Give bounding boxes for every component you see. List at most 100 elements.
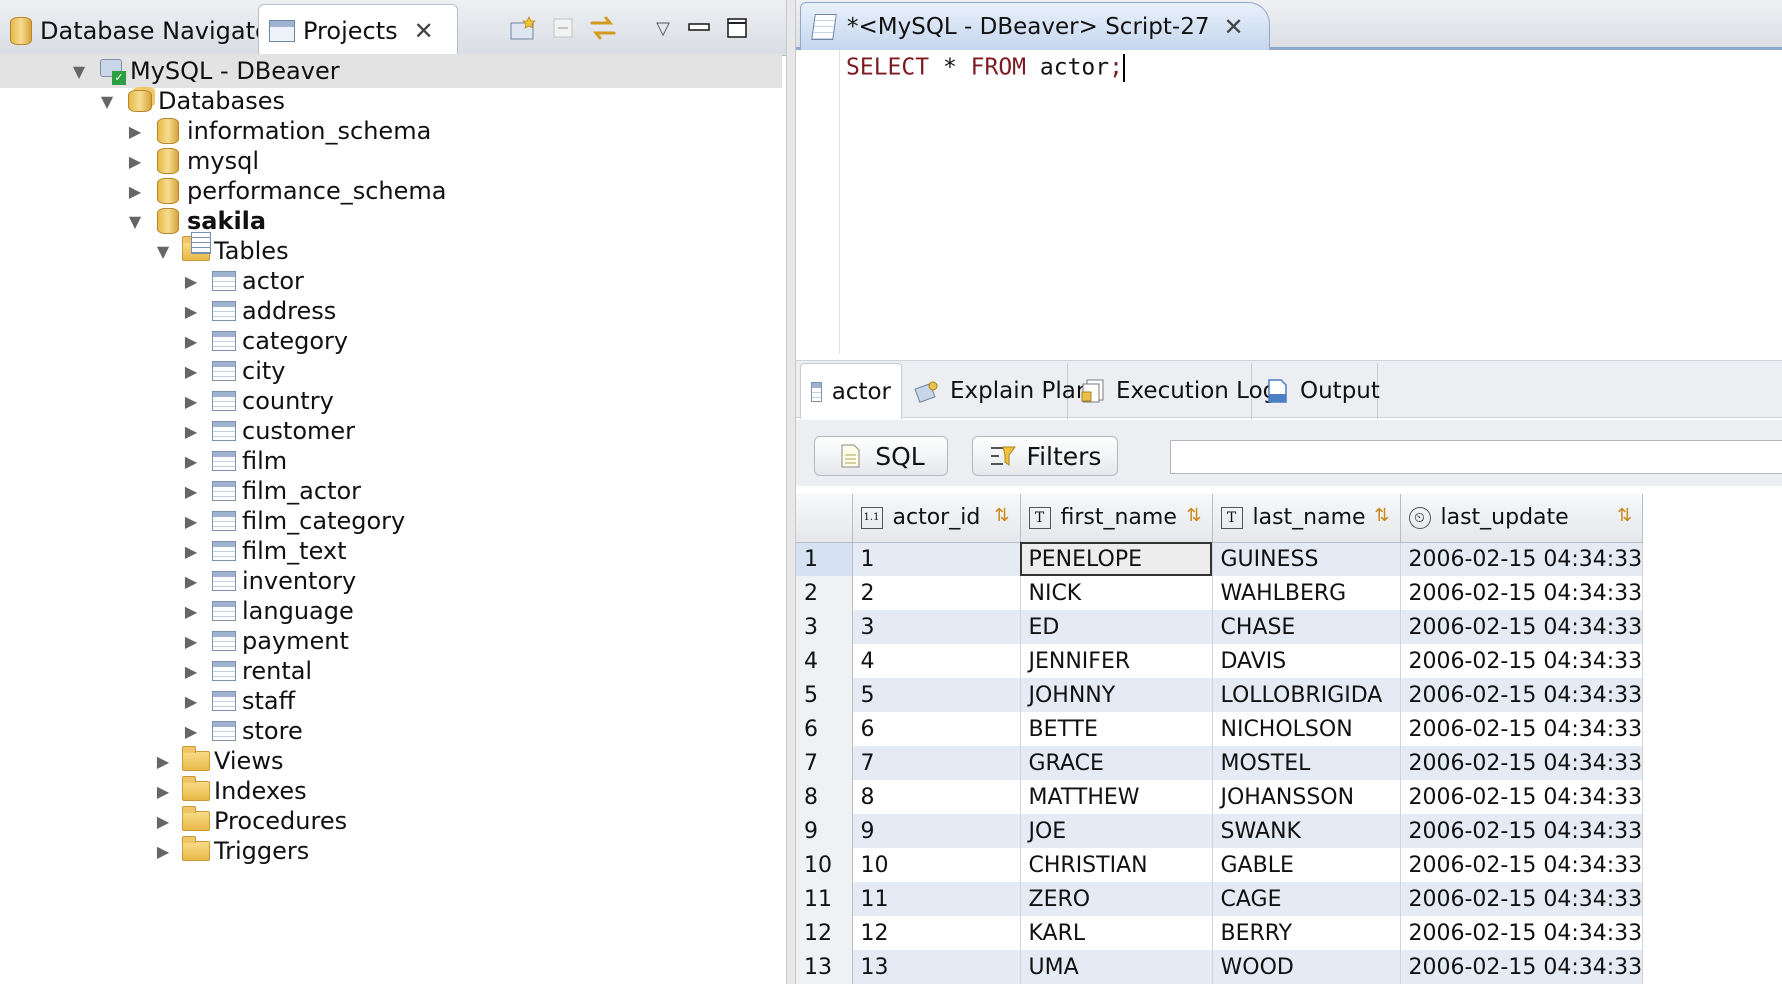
- close-icon[interactable]: ✕: [414, 17, 434, 45]
- cell-last-name[interactable]: NICHOLSON: [1212, 712, 1401, 746]
- panel-splitter[interactable]: [786, 0, 796, 984]
- cell-last-name[interactable]: CHASE: [1212, 610, 1401, 644]
- collapsed-arrow-icon[interactable]: ▶: [126, 152, 144, 171]
- cell-first-name[interactable]: MATTHEW: [1020, 780, 1213, 814]
- collapsed-arrow-icon[interactable]: ▶: [154, 782, 172, 801]
- table-row[interactable]: 10 10 CHRISTIAN GABLE 2006-02-15 04:34:33: [796, 848, 1644, 882]
- cell-last-name[interactable]: GUINESS: [1212, 542, 1401, 576]
- table-row[interactable]: 13 13 UMA WOOD 2006-02-15 04:34:33: [796, 950, 1644, 984]
- sort-icon[interactable]: ⇅: [1617, 505, 1632, 526]
- cell-last-update[interactable]: 2006-02-15 04:34:33: [1400, 576, 1644, 610]
- cell-actor-id[interactable]: 7: [852, 746, 1021, 780]
- tree-node[interactable]: ▶ city: [0, 354, 782, 388]
- collapsed-arrow-icon[interactable]: ▶: [182, 572, 200, 591]
- collapsed-arrow-icon[interactable]: ▶: [154, 752, 172, 771]
- cell-first-name[interactable]: ZERO: [1020, 882, 1213, 916]
- tree-node[interactable]: ▶ actor: [0, 264, 782, 298]
- cell-last-update[interactable]: 2006-02-15 04:34:33: [1400, 712, 1644, 746]
- cell-last-update[interactable]: 2006-02-15 04:34:33: [1400, 882, 1644, 916]
- collapsed-arrow-icon[interactable]: ▶: [182, 722, 200, 741]
- tab-explain-plan[interactable]: Explain Plan: [904, 363, 1090, 419]
- tab-output[interactable]: Output: [1254, 363, 1380, 419]
- cell-actor-id[interactable]: 13: [852, 950, 1021, 984]
- tree-node[interactable]: ▶ customer: [0, 414, 782, 448]
- cell-actor-id[interactable]: 9: [852, 814, 1021, 848]
- row-number[interactable]: 2: [796, 576, 853, 610]
- collapsed-arrow-icon[interactable]: ▶: [182, 362, 200, 381]
- table-row[interactable]: 7 7 GRACE MOSTEL 2006-02-15 04:34:33: [796, 746, 1644, 780]
- cell-last-update[interactable]: 2006-02-15 04:34:33: [1400, 610, 1644, 644]
- collapsed-arrow-icon[interactable]: ▶: [182, 452, 200, 471]
- tree-node[interactable]: ▶ Views: [0, 744, 782, 778]
- cell-actor-id[interactable]: 8: [852, 780, 1021, 814]
- sql-button[interactable]: SQL: [814, 436, 948, 476]
- row-number[interactable]: 9: [796, 814, 853, 848]
- new-folder-icon[interactable]: [506, 12, 540, 44]
- expanded-arrow-icon[interactable]: ▼: [98, 92, 116, 111]
- cell-first-name[interactable]: PENELOPE: [1020, 542, 1213, 576]
- column-header-last-update[interactable]: ⏲ last_update ⇅: [1400, 494, 1644, 543]
- tree-node[interactable]: ▶ country: [0, 384, 782, 418]
- collapsed-arrow-icon[interactable]: ▶: [182, 332, 200, 351]
- table-row[interactable]: 4 4 JENNIFER DAVIS 2006-02-15 04:34:33: [796, 644, 1644, 678]
- row-number[interactable]: 10: [796, 848, 853, 882]
- cell-last-update[interactable]: 2006-02-15 04:34:33: [1400, 950, 1644, 984]
- tree-node[interactable]: ▶ payment: [0, 624, 782, 658]
- collapse-all-icon[interactable]: [546, 12, 580, 44]
- column-header-actor-id[interactable]: 1.1 actor_id ⇅: [852, 494, 1021, 543]
- tree-node[interactable]: ▶ mysql: [0, 144, 782, 178]
- tab-projects[interactable]: Projects ✕: [258, 4, 458, 57]
- sql-editor[interactable]: SELECT * FROM actor;: [796, 50, 1782, 354]
- collapsed-arrow-icon[interactable]: ▶: [182, 692, 200, 711]
- tree-node[interactable]: ▶ inventory: [0, 564, 782, 598]
- cell-last-update[interactable]: 2006-02-15 04:34:33: [1400, 746, 1644, 780]
- cell-first-name[interactable]: JOE: [1020, 814, 1213, 848]
- cell-last-name[interactable]: LOLLOBRIGIDA: [1212, 678, 1401, 712]
- tree-node[interactable]: ▶ staff: [0, 684, 782, 718]
- cell-actor-id[interactable]: 11: [852, 882, 1021, 916]
- collapsed-arrow-icon[interactable]: ▶: [182, 482, 200, 501]
- cell-first-name[interactable]: KARL: [1020, 916, 1213, 950]
- collapsed-arrow-icon[interactable]: ▶: [154, 812, 172, 831]
- cell-actor-id[interactable]: 12: [852, 916, 1021, 950]
- row-number[interactable]: 3: [796, 610, 853, 644]
- tab-sql-script[interactable]: *<MySQL - DBeaver> Script-27 ✕: [800, 2, 1270, 50]
- expanded-arrow-icon[interactable]: ▼: [70, 62, 88, 81]
- row-number[interactable]: 1: [796, 542, 853, 576]
- cell-first-name[interactable]: UMA: [1020, 950, 1213, 984]
- maximize-icon[interactable]: [720, 12, 754, 44]
- sort-icon[interactable]: ⇅: [994, 505, 1009, 526]
- collapsed-arrow-icon[interactable]: ▶: [182, 512, 200, 531]
- cell-first-name[interactable]: GRACE: [1020, 746, 1213, 780]
- collapsed-arrow-icon[interactable]: ▶: [182, 422, 200, 441]
- cell-actor-id[interactable]: 10: [852, 848, 1021, 882]
- cell-last-name[interactable]: CAGE: [1212, 882, 1401, 916]
- collapsed-arrow-icon[interactable]: ▶: [182, 662, 200, 681]
- collapsed-arrow-icon[interactable]: ▶: [154, 842, 172, 861]
- collapsed-arrow-icon[interactable]: ▶: [182, 632, 200, 651]
- row-number[interactable]: 4: [796, 644, 853, 678]
- table-row[interactable]: 3 3 ED CHASE 2006-02-15 04:34:33: [796, 610, 1644, 644]
- tree-node[interactable]: ▶ language: [0, 594, 782, 628]
- cell-last-name[interactable]: JOHANSSON: [1212, 780, 1401, 814]
- cell-last-name[interactable]: GABLE: [1212, 848, 1401, 882]
- cell-actor-id[interactable]: 6: [852, 712, 1021, 746]
- cell-last-update[interactable]: 2006-02-15 04:34:33: [1400, 678, 1644, 712]
- cell-first-name[interactable]: JOHNNY: [1020, 678, 1213, 712]
- row-number[interactable]: 6: [796, 712, 853, 746]
- row-number[interactable]: 7: [796, 746, 853, 780]
- table-row[interactable]: 6 6 BETTE NICHOLSON 2006-02-15 04:34:33: [796, 712, 1644, 746]
- tree-node[interactable]: ▶ category: [0, 324, 782, 358]
- cell-last-update[interactable]: 2006-02-15 04:34:33: [1400, 644, 1644, 678]
- cell-last-name[interactable]: WOOD: [1212, 950, 1401, 984]
- cell-last-update[interactable]: 2006-02-15 04:34:33: [1400, 916, 1644, 950]
- sort-icon[interactable]: ⇅: [1374, 505, 1389, 526]
- tree-node[interactable]: ▶ address: [0, 294, 782, 328]
- cell-actor-id[interactable]: 2: [852, 576, 1021, 610]
- collapsed-arrow-icon[interactable]: ▶: [126, 122, 144, 141]
- tree-node[interactable]: ▶ Triggers: [0, 834, 782, 868]
- table-row[interactable]: 1 1 PENELOPE GUINESS 2006-02-15 04:34:33: [796, 542, 1644, 576]
- tree-node[interactable]: ▶ information_schema: [0, 114, 782, 148]
- link-with-editor-icon[interactable]: [586, 12, 620, 44]
- tab-result-actor[interactable]: actor: [800, 363, 902, 419]
